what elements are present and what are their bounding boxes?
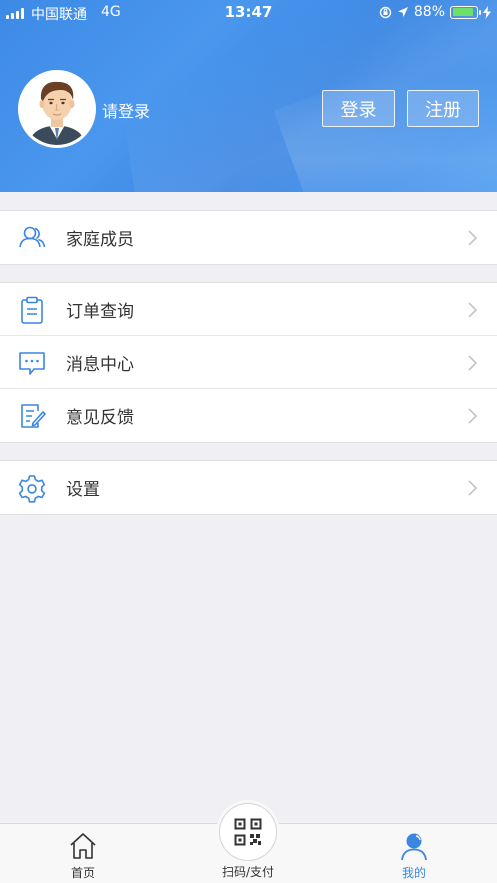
tab-label: 首页 bbox=[70, 866, 95, 880]
tab-label-scan[interactable]: 扫码/支付 bbox=[188, 863, 308, 880]
battery-icon bbox=[450, 5, 481, 19]
menu-item-label: 设置 bbox=[66, 480, 100, 500]
menu-group-family: 家庭成员 bbox=[0, 210, 497, 265]
message-bubble-icon bbox=[19, 352, 45, 375]
feedback-edit-icon bbox=[21, 404, 46, 428]
login-hint[interactable]: 请登录 bbox=[102, 98, 150, 122]
profile-header: 中国联通 4G 13:47 88% 请登录 登录 注册 bbox=[0, 0, 497, 192]
charging-icon bbox=[483, 5, 491, 19]
avatar[interactable] bbox=[18, 70, 96, 148]
qr-code-icon bbox=[234, 818, 262, 846]
person-icon bbox=[401, 833, 427, 861]
menu-item-orders[interactable]: 订单查询 bbox=[0, 283, 497, 336]
chevron-right-icon bbox=[468, 480, 477, 496]
chevron-right-icon bbox=[468, 355, 477, 371]
home-icon bbox=[70, 833, 96, 859]
user-avatar-icon bbox=[21, 73, 93, 145]
menu-group-settings: 设置 bbox=[0, 460, 497, 515]
scan-pay-button[interactable] bbox=[219, 803, 277, 861]
menu-item-label: 家庭成员 bbox=[66, 230, 134, 250]
location-icon bbox=[397, 7, 408, 17]
chevron-right-icon bbox=[468, 408, 477, 424]
menu-item-label: 意见反馈 bbox=[66, 408, 134, 428]
menu-item-settings[interactable]: 设置 bbox=[0, 461, 497, 514]
menu-item-family[interactable]: 家庭成员 bbox=[0, 211, 497, 264]
tab-home[interactable]: 首页 bbox=[23, 824, 143, 883]
status-bar: 中国联通 4G 13:47 88% bbox=[0, 0, 497, 26]
family-members-icon bbox=[19, 226, 46, 248]
profile-screen: 中国联通 4G 13:47 88% 请登录 登录 注册 家庭成员 订单查询 消息… bbox=[0, 0, 497, 883]
tab-me[interactable]: 我的 bbox=[354, 824, 474, 883]
battery-percent: 88% bbox=[413, 4, 445, 20]
menu-item-label: 消息中心 bbox=[66, 354, 134, 375]
chevron-right-icon bbox=[468, 230, 477, 246]
menu-group-services: 订单查询 消息中心 意见反馈 bbox=[0, 282, 497, 443]
chevron-right-icon bbox=[468, 302, 477, 318]
menu-item-feedback[interactable]: 意见反馈 bbox=[0, 389, 497, 442]
orientation-lock-icon bbox=[379, 6, 392, 18]
login-button[interactable]: 登录 bbox=[322, 90, 395, 127]
register-button[interactable]: 注册 bbox=[407, 90, 479, 127]
gear-icon bbox=[18, 475, 46, 503]
menu-item-label: 订单查询 bbox=[66, 301, 134, 322]
tab-label: 我的 bbox=[401, 866, 426, 880]
clipboard-icon bbox=[21, 296, 43, 324]
menu-item-messages[interactable]: 消息中心 bbox=[0, 336, 497, 389]
